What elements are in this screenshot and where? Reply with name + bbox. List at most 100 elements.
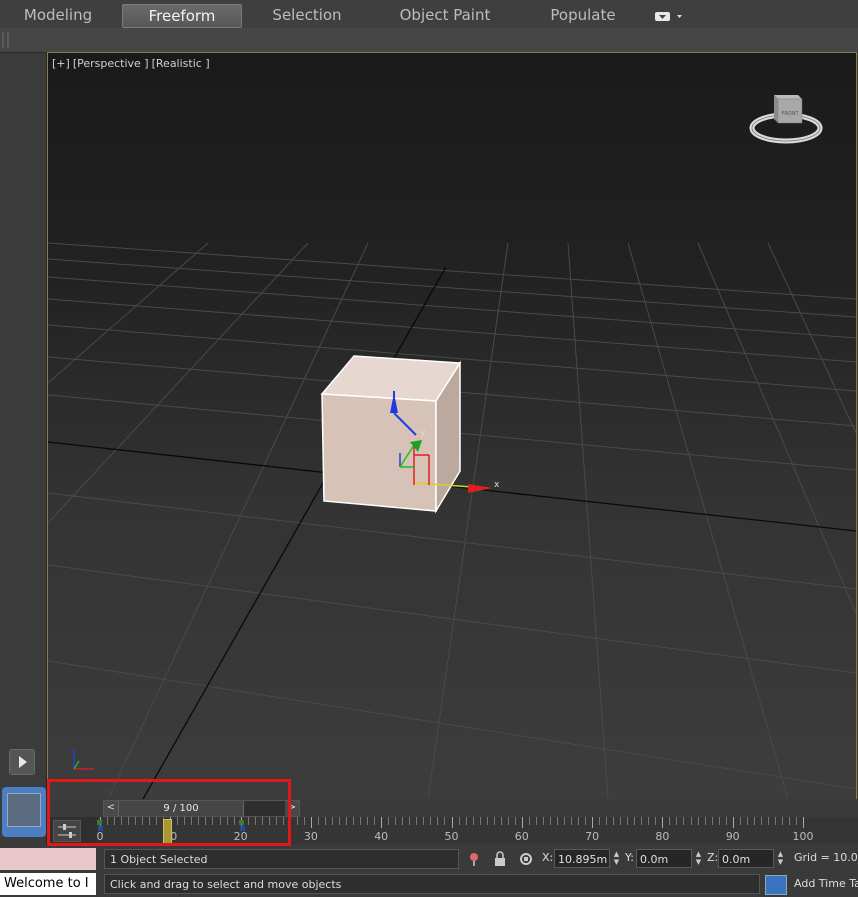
- ruler-tick: [310, 817, 312, 828]
- ruler-tick: [233, 817, 235, 825]
- ruler-tick: [641, 817, 643, 825]
- ruler-tick: [725, 817, 727, 825]
- y-coord-field[interactable]: 0.0m: [636, 849, 692, 868]
- world-axis-tripod: [73, 749, 94, 770]
- ruler-tick: [268, 817, 270, 825]
- key-marker[interactable]: [97, 820, 102, 825]
- ruler-tick: [289, 817, 291, 825]
- ruler-tick: [149, 817, 151, 825]
- command-panel-strip: [0, 53, 47, 845]
- viewcube-face-label: FRONT: [781, 111, 799, 117]
- ruler-label: 80: [655, 830, 670, 843]
- time-slider-thumb[interactable]: 9 / 100: [118, 801, 244, 816]
- ruler-tick: [556, 817, 558, 825]
- maxscript-listener-input[interactable]: [0, 848, 96, 870]
- ruler-tick: [367, 817, 369, 825]
- tab-modeling[interactable]: Modeling: [4, 4, 112, 26]
- x-coord-label: X:: [542, 851, 554, 864]
- key-marker[interactable]: [240, 826, 245, 831]
- current-frame-marker[interactable]: [163, 819, 173, 845]
- ruler-tick: [409, 817, 411, 825]
- ruler-tick: [634, 817, 636, 825]
- ribbon-tab-bar: Modeling Freeform Selection Object Paint…: [0, 0, 858, 29]
- tab-selection[interactable]: Selection: [250, 4, 364, 26]
- track-bar[interactable]: 0102030405060708090100: [96, 817, 858, 845]
- ruler-tick: [606, 817, 608, 825]
- ruler-tick: [571, 817, 572, 825]
- ruler-tick: [317, 817, 319, 825]
- mini-curve-editor-button[interactable]: [2, 787, 46, 837]
- z-coord-spinner[interactable]: ▲ ▼: [776, 850, 785, 867]
- lock-icon[interactable]: [492, 851, 508, 867]
- prompt-line: Click and drag to select and move object…: [104, 874, 760, 894]
- ribbon-options-icon[interactable]: [654, 8, 686, 21]
- ruler-tick: [261, 817, 263, 825]
- gizmo-axis-x: x: [494, 480, 500, 490]
- ruler-label: 50: [444, 830, 459, 843]
- ruler-tick: [732, 817, 734, 828]
- ruler-tick: [521, 817, 523, 828]
- ruler-tick: [662, 817, 664, 828]
- perspective-viewport[interactable]: [+] [Perspective ] [Realistic ] z y x FR…: [47, 52, 857, 800]
- ruler-tick: [128, 817, 130, 825]
- ruler-tick: [430, 817, 432, 825]
- ruler-tick: [121, 817, 123, 825]
- y-coord-spinner[interactable]: ▲ ▼: [694, 850, 703, 867]
- ruler-tick: [282, 817, 284, 825]
- ruler-tick: [360, 817, 362, 825]
- ruler-label: 0: [96, 830, 104, 843]
- ruler-tick: [542, 817, 544, 825]
- ruler-tick: [114, 817, 116, 825]
- ruler-tick: [648, 817, 650, 825]
- ruler-tick: [627, 817, 629, 825]
- tab-freeform[interactable]: Freeform: [122, 4, 242, 28]
- ruler-tick: [781, 817, 783, 825]
- ruler-tick: [592, 817, 594, 828]
- time-slider-prev-button[interactable]: <: [104, 801, 118, 816]
- z-coord-field[interactable]: 0.0m: [718, 849, 774, 868]
- ruler-tick: [437, 817, 439, 825]
- gizmo-axis-z: z: [392, 376, 397, 386]
- add-time-tag-icon[interactable]: [765, 875, 787, 895]
- selection-status: 1 Object Selected: [104, 849, 459, 869]
- x-coord-spinner[interactable]: ▲ ▼: [612, 850, 621, 867]
- ruler-tick: [535, 817, 537, 825]
- time-slider-next-button[interactable]: >: [285, 801, 299, 816]
- ruler-tick: [514, 817, 516, 825]
- ruler-tick: [346, 817, 348, 825]
- ruler-tick: [395, 817, 397, 825]
- isolate-selection-icon[interactable]: [466, 851, 482, 867]
- ruler-tick: [760, 817, 762, 825]
- absolute-mode-transform-icon[interactable]: [518, 851, 534, 867]
- ruler-tick: [107, 817, 109, 825]
- ruler-tick: [676, 817, 678, 825]
- ribbon-panel: [0, 28, 858, 53]
- ruler-tick: [331, 817, 333, 825]
- ruler-tick: [507, 817, 509, 825]
- ruler-tick: [353, 817, 355, 825]
- ruler-tick: [254, 817, 256, 825]
- key-marker[interactable]: [239, 820, 244, 825]
- maxscript-output[interactable]: Welcome to I: [0, 873, 96, 895]
- time-slider[interactable]: < 9 / 100 >: [103, 800, 300, 817]
- ruler-tick: [135, 817, 137, 825]
- ribbon-divider: [7, 32, 9, 48]
- ruler-tick: [683, 817, 685, 825]
- expand-track-bar-button[interactable]: [9, 749, 35, 775]
- ruler-tick: [739, 817, 741, 825]
- ruler-tick: [620, 817, 622, 825]
- tab-populate[interactable]: Populate: [524, 4, 642, 26]
- ruler-tick: [655, 817, 657, 825]
- ruler-tick: [803, 817, 804, 828]
- x-coord-field[interactable]: 10.895m: [554, 849, 610, 868]
- open-mini-curve-editor-icon[interactable]: [53, 820, 81, 842]
- key-marker[interactable]: [98, 826, 103, 831]
- ruler-tick: [247, 817, 249, 825]
- ruler-tick: [669, 817, 671, 825]
- ruler-tick: [381, 817, 383, 828]
- ruler-tick: [690, 817, 692, 825]
- tab-object-paint[interactable]: Object Paint: [378, 4, 512, 26]
- ruler-tick: [226, 817, 228, 825]
- add-time-tag-button[interactable]: Add Time Tag: [794, 877, 858, 890]
- ruler-tick: [198, 817, 200, 825]
